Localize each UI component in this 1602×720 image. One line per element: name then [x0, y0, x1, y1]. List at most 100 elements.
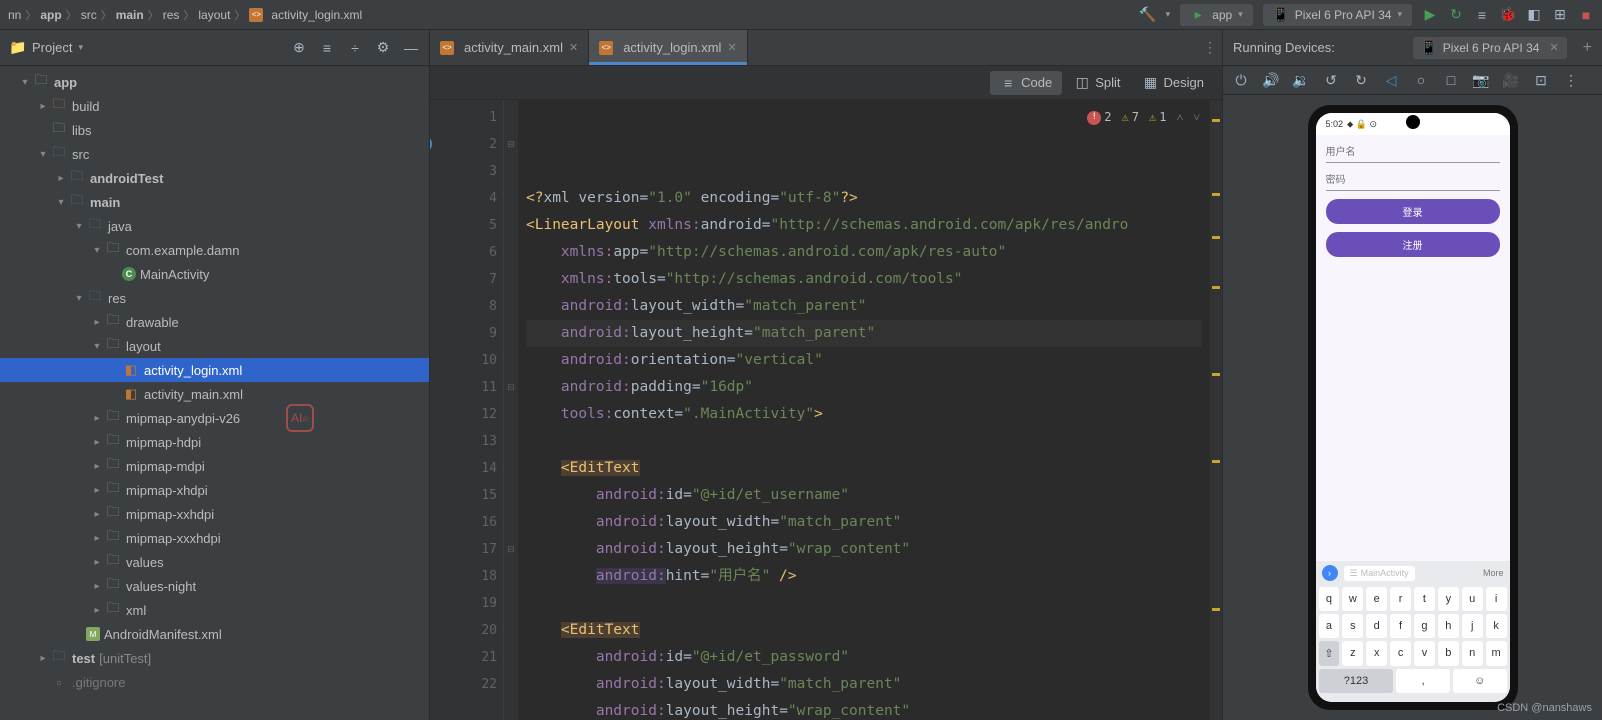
kbd-more[interactable]: More — [1483, 568, 1504, 578]
hammer-icon[interactable]: 🔨 — [1140, 7, 1156, 23]
collapse-icon[interactable]: ÷ — [347, 40, 363, 56]
back-icon[interactable]: ◁ — [1383, 72, 1399, 88]
soft-keyboard[interactable]: qwertyuiasdfghjk⇧zxcvbnm?123,☺ — [1316, 585, 1510, 702]
editor-tab[interactable]: <>activity_main.xml✕ — [430, 30, 589, 65]
keyboard-suggestion-bar[interactable]: › ☰ MainActivity More — [1316, 561, 1510, 585]
kbd-key[interactable]: b — [1438, 641, 1459, 666]
close-icon[interactable]: ✕ — [727, 41, 736, 54]
kbd-key[interactable]: , — [1396, 669, 1450, 693]
more-icon[interactable]: ⋮ — [1563, 72, 1579, 88]
kbd-key[interactable]: r — [1390, 587, 1411, 611]
tree-item[interactable]: ▸🗀androidTest — [0, 166, 429, 190]
rotate-right-icon[interactable]: ↻ — [1353, 72, 1369, 88]
power-icon[interactable]: ⏻ — [1233, 72, 1249, 88]
attach-icon[interactable]: ≡ — [1474, 7, 1490, 23]
view-design-button[interactable]: ▦Design — [1133, 71, 1214, 95]
run-config-app[interactable]: ▸ app ▾ — [1180, 4, 1253, 26]
kbd-key[interactable]: i — [1486, 587, 1507, 611]
record-icon[interactable]: 🎥 — [1503, 72, 1519, 88]
coverage-icon[interactable]: ⊞ — [1552, 7, 1568, 23]
tree-item[interactable]: ▫.gitignore — [0, 670, 429, 694]
editor-tab[interactable]: <>activity_login.xml✕ — [589, 30, 747, 65]
tree-item[interactable]: ▸🗀drawable — [0, 310, 429, 334]
breadcrumb-item[interactable]: src — [81, 8, 97, 22]
camera-icon[interactable]: 📷 — [1473, 72, 1489, 88]
hide-icon[interactable]: — — [403, 40, 419, 56]
home-icon[interactable]: ○ — [1413, 72, 1429, 88]
kbd-key[interactable]: u — [1462, 587, 1483, 611]
breadcrumb-item[interactable]: layout — [198, 8, 230, 22]
rerun-icon[interactable]: ↻ — [1448, 7, 1464, 23]
kbd-key[interactable]: a — [1319, 614, 1340, 638]
tree-item[interactable]: 🗀libs — [0, 118, 429, 142]
overview-icon[interactable]: □ — [1443, 72, 1459, 88]
debug-icon[interactable]: 🐞 — [1500, 7, 1516, 23]
kbd-expand-icon[interactable]: › — [1322, 565, 1338, 581]
snapshot-icon[interactable]: ⊡ — [1533, 72, 1549, 88]
tree-item[interactable]: CMainActivity — [0, 262, 429, 286]
tree-item[interactable]: ▾🗀java — [0, 214, 429, 238]
close-icon[interactable]: ✕ — [1549, 41, 1558, 54]
code-inspection-status[interactable]: !2 ⚠7 ⚠1 ˄ ˅ — [1087, 104, 1200, 131]
tree-item[interactable]: ▸🗀mipmap-xhdpi — [0, 478, 429, 502]
kbd-key[interactable]: y — [1438, 587, 1459, 611]
fold-column[interactable]: ⊟⊟⊟ — [504, 100, 518, 720]
gear-icon[interactable]: ⚙ — [375, 40, 391, 56]
kbd-key[interactable]: ☺ — [1453, 669, 1507, 693]
device-tab[interactable]: 📱 Pixel 6 Pro API 34 ✕ — [1413, 37, 1567, 59]
device-selector[interactable]: 📱 Pixel 6 Pro API 34 ▾ — [1263, 4, 1412, 26]
username-field[interactable] — [1326, 143, 1500, 163]
project-tree[interactable]: ▾🗀app▸🗀build🗀libs▾🗀src▸🗀androidTest▾🗀mai… — [0, 66, 429, 720]
kbd-key[interactable]: g — [1414, 614, 1435, 638]
tree-item[interactable]: ▾🗀src — [0, 142, 429, 166]
kbd-key[interactable]: ?123 — [1319, 669, 1394, 693]
kbd-key[interactable]: s — [1342, 614, 1363, 638]
kbd-key[interactable]: d — [1366, 614, 1387, 638]
close-icon[interactable]: ✕ — [569, 41, 578, 54]
tree-item[interactable]: ▾🗀res — [0, 286, 429, 310]
tree-item[interactable]: ▾🗀layout — [0, 334, 429, 358]
run-icon[interactable]: ▶ — [1422, 7, 1438, 23]
add-device-icon[interactable]: + — [1583, 39, 1592, 57]
kbd-key[interactable]: q — [1319, 587, 1340, 611]
nav-up-icon[interactable]: ˄ — [1176, 104, 1183, 131]
tree-item[interactable]: ◧activity_main.xml — [0, 382, 429, 406]
vol-up-icon[interactable]: 🔊 — [1263, 72, 1279, 88]
tree-item[interactable]: ▾🗀main — [0, 190, 429, 214]
tree-item[interactable]: ▸🗀mipmap-xxxhdpi — [0, 526, 429, 550]
kbd-key[interactable]: ⇧ — [1319, 641, 1340, 666]
tree-item[interactable]: ▸🗀mipmap-hdpi — [0, 430, 429, 454]
kbd-key[interactable]: z — [1342, 641, 1363, 666]
kbd-key[interactable]: m — [1486, 641, 1507, 666]
breadcrumb-item[interactable]: main — [116, 8, 144, 22]
breadcrumb-item[interactable]: app — [40, 8, 61, 22]
chevron-down-icon[interactable]: ▾ — [78, 42, 83, 53]
tree-item[interactable]: ▸🗀mipmap-mdpi — [0, 454, 429, 478]
tree-item[interactable]: ▸🗀values — [0, 550, 429, 574]
filter-icon[interactable]: ≡ — [319, 40, 335, 56]
breadcrumb-item[interactable]: res — [163, 8, 180, 22]
kbd-key[interactable]: w — [1342, 587, 1363, 611]
tree-item[interactable]: ▸🗀xml — [0, 598, 429, 622]
overview-ruler[interactable] — [1210, 100, 1222, 720]
tree-item[interactable]: ▸🗀test [unitTest] — [0, 646, 429, 670]
breadcrumb-item[interactable]: activity_login.xml — [271, 8, 362, 22]
kbd-key[interactable]: n — [1462, 641, 1483, 666]
tree-item[interactable]: ▾🗀app — [0, 70, 429, 94]
breadcrumb-item[interactable]: nn — [8, 8, 21, 22]
tab-more-icon[interactable]: ⋮ — [1198, 40, 1222, 56]
tree-item[interactable]: ▸🗀mipmap-xxhdpi — [0, 502, 429, 526]
kbd-key[interactable]: c — [1390, 641, 1411, 666]
kbd-key[interactable]: x — [1366, 641, 1387, 666]
kbd-key[interactable]: h — [1438, 614, 1459, 638]
profiler-icon[interactable]: ◧ — [1526, 7, 1542, 23]
device-mirror[interactable]: 5:02 ⬥ 🔒 ⊙ 登录 注册 › ☰ MainActivity More — [1308, 105, 1518, 710]
view-split-button[interactable]: ◫Split — [1064, 71, 1130, 95]
view-code-button[interactable]: ≡Code — [990, 71, 1062, 95]
kbd-key[interactable]: e — [1366, 587, 1387, 611]
login-button[interactable]: 登录 — [1326, 199, 1500, 224]
tree-item[interactable]: ◧activity_login.xml — [0, 358, 429, 382]
kbd-key[interactable]: v — [1414, 641, 1435, 666]
kbd-suggestion[interactable]: ☰ MainActivity — [1344, 566, 1415, 581]
tree-item[interactable]: ▸🗀mipmap-anydpi-v26 — [0, 406, 429, 430]
